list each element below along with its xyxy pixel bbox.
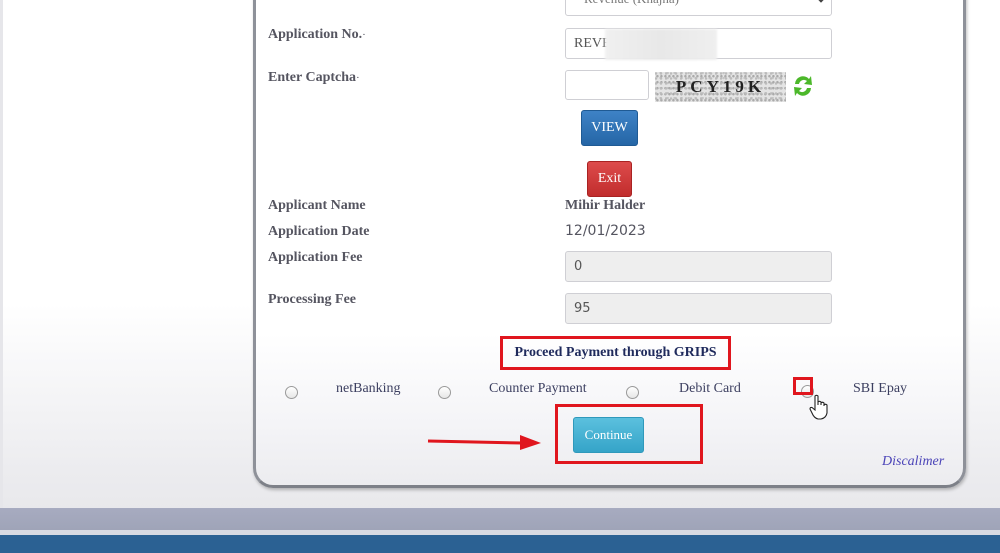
page-left-edge: [0, 0, 3, 508]
hand-cursor-icon: [809, 394, 828, 420]
chevron-down-icon: [815, 0, 827, 3]
disclaimer-link[interactable]: Discalimer: [882, 454, 944, 470]
application-fee-label: Application Fee: [268, 250, 363, 265]
refresh-captcha-icon[interactable]: [791, 73, 815, 99]
captcha-image: PCY19K: [655, 72, 786, 102]
netbanking-radio[interactable]: [285, 386, 298, 399]
footer-band-blue: [0, 535, 1000, 553]
processing-fee-label: Processing Fee: [268, 292, 356, 307]
sbi-epay-highlight-box: [793, 377, 813, 395]
applicant-name-label: Applicant Name: [268, 198, 366, 213]
netbanking-label: netBanking: [336, 381, 401, 396]
revenue-type-selected: Revenue (Khajna): [584, 0, 679, 6]
captcha-label: Enter Captcha·: [268, 70, 360, 85]
continue-button[interactable]: Continue: [573, 417, 644, 453]
debit-card-label: Debit Card: [679, 381, 741, 396]
captcha-input[interactable]: [565, 70, 649, 100]
applicant-name-value: Mihir Halder: [565, 198, 646, 213]
sbi-epay-label: SBI Epay: [853, 381, 908, 396]
view-button[interactable]: VIEW: [581, 110, 638, 146]
exit-button[interactable]: Exit: [587, 161, 632, 197]
counter-payment-radio[interactable]: [438, 386, 451, 399]
debit-card-radio[interactable]: [626, 386, 639, 399]
revenue-type-select[interactable]: Revenue (Khajna): [565, 0, 832, 16]
redacted-blur: [605, 29, 717, 60]
grips-payment-title: Proceed Payment through GRIPS: [500, 336, 731, 370]
application-date-label: Application Date: [268, 224, 370, 239]
red-arrow-icon: [427, 435, 541, 450]
processing-fee-field: 95: [565, 293, 832, 324]
footer-band-grey: [0, 508, 1000, 530]
application-no-label: Application No.·: [268, 27, 366, 42]
counter-payment-label: Counter Payment: [489, 381, 587, 396]
application-date-value: 12/01/2023: [565, 223, 646, 239]
application-fee-field: 0: [565, 251, 832, 282]
